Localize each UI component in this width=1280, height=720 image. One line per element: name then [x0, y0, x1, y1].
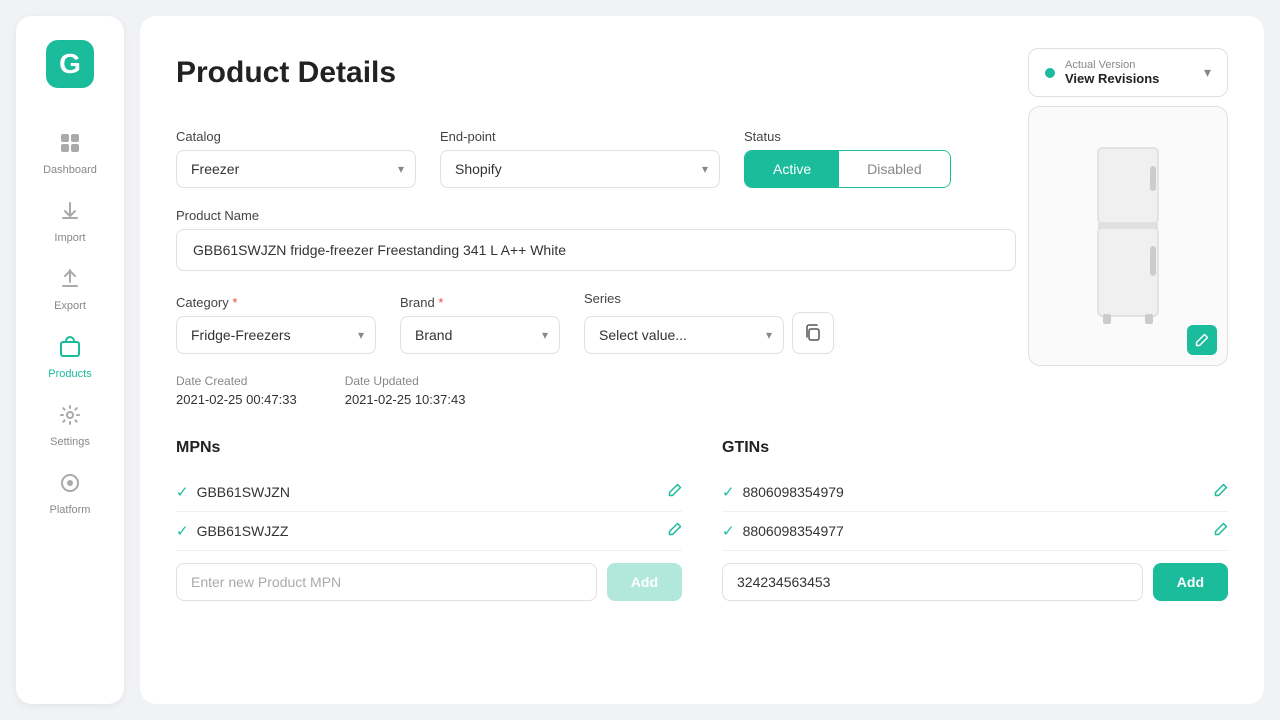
- brand-label: Brand *: [400, 295, 560, 310]
- image-edit-button[interactable]: [1187, 325, 1217, 355]
- edit-gtin-2-button[interactable]: [1214, 522, 1228, 540]
- category-select-wrapper: Fridge-Freezers: [176, 316, 376, 354]
- gtins-section: GTINs ✓ 8806098354979 ✓ 8806098354977: [722, 439, 1228, 601]
- status-group: Status Active Disabled: [744, 129, 951, 188]
- gtin-item-1: ✓ 8806098354979: [722, 483, 844, 501]
- mpns-title: MPNs: [176, 439, 682, 457]
- export-icon: [59, 268, 81, 296]
- chevron-down-icon: ▾: [1204, 64, 1211, 81]
- status-toggle: Active Disabled: [744, 150, 951, 188]
- date-updated-value: 2021-02-25 10:37:43: [345, 392, 466, 407]
- mpn-value-1: GBB61SWJZN: [197, 484, 290, 500]
- add-gtin-button[interactable]: Add: [1153, 563, 1228, 601]
- edit-mpn-1-button[interactable]: [668, 483, 682, 501]
- version-dropdown[interactable]: Actual Version View Revisions ▾: [1028, 48, 1228, 97]
- status-disabled-button[interactable]: Disabled: [839, 151, 949, 187]
- table-row: ✓ GBB61SWJZZ: [176, 512, 682, 551]
- add-gtin-input[interactable]: [722, 563, 1143, 601]
- add-mpn-button[interactable]: Add: [607, 563, 682, 601]
- series-wrapper: Select value...: [584, 312, 834, 354]
- date-created-value: 2021-02-25 00:47:33: [176, 392, 297, 407]
- table-row: ✓ 8806098354977: [722, 512, 1228, 551]
- add-mpn-row: Add: [176, 563, 682, 601]
- sidebar-item-label-export: Export: [54, 300, 86, 312]
- sidebar-item-label-products: Products: [48, 368, 91, 380]
- check-icon: ✓: [722, 483, 735, 501]
- page-title: Product Details: [176, 56, 396, 90]
- catalog-label: Catalog: [176, 129, 416, 144]
- sidebar-item-products[interactable]: Products: [16, 324, 124, 392]
- app-logo: G: [46, 40, 94, 88]
- version-label: Actual Version: [1065, 59, 1194, 71]
- product-name-label: Product Name: [176, 208, 1016, 223]
- main-content: Product Details Actual Version View Revi…: [140, 16, 1264, 704]
- gtin-value-2: 8806098354977: [743, 523, 844, 539]
- endpoint-select-wrapper: Shopify: [440, 150, 720, 188]
- version-dot: [1045, 68, 1055, 78]
- sidebar-item-import[interactable]: Import: [16, 188, 124, 256]
- check-icon: ✓: [176, 522, 189, 540]
- product-name-group: Product Name: [176, 208, 1016, 271]
- bottom-section: MPNs ✓ GBB61SWJZN ✓ GBB61SWJZZ: [176, 439, 1228, 601]
- series-label: Series: [584, 291, 834, 306]
- date-updated-label: Date Updated: [345, 374, 466, 388]
- catalog-select[interactable]: Freezer: [176, 150, 416, 188]
- date-created-label: Date Created: [176, 374, 297, 388]
- gtins-title: GTINs: [722, 439, 1228, 457]
- brand-select-wrapper: Brand: [400, 316, 560, 354]
- version-value: View Revisions: [1065, 71, 1194, 86]
- sidebar-item-label-import: Import: [54, 232, 85, 244]
- page-header: Product Details Actual Version View Revi…: [176, 48, 1228, 97]
- status-label: Status: [744, 129, 951, 144]
- endpoint-label: End-point: [440, 129, 720, 144]
- import-icon: [59, 200, 81, 228]
- status-active-button[interactable]: Active: [745, 151, 839, 187]
- product-name-input[interactable]: [176, 229, 1016, 271]
- check-icon: ✓: [176, 483, 189, 501]
- catalog-group: Catalog Freezer: [176, 129, 416, 188]
- table-row: ✓ GBB61SWJZN: [176, 473, 682, 512]
- table-row: ✓ 8806098354979: [722, 473, 1228, 512]
- category-group: Category * Fridge-Freezers: [176, 295, 376, 354]
- brand-group: Brand * Brand: [400, 295, 560, 354]
- sidebar-item-dashboard[interactable]: Dashboard: [16, 120, 124, 188]
- dates-row: Date Created 2021-02-25 00:47:33 Date Up…: [176, 374, 1228, 407]
- copy-series-button[interactable]: [792, 312, 834, 354]
- catalog-select-wrapper: Freezer: [176, 150, 416, 188]
- category-label: Category *: [176, 295, 376, 310]
- endpoint-group: End-point Shopify: [440, 129, 720, 188]
- sidebar-item-label-dashboard: Dashboard: [43, 164, 97, 176]
- brand-select[interactable]: Brand: [400, 316, 560, 354]
- sidebar-item-label-settings: Settings: [50, 436, 90, 448]
- settings-icon: [59, 404, 81, 432]
- sidebar-item-label-platform: Platform: [50, 504, 91, 516]
- sidebar-item-settings[interactable]: Settings: [16, 392, 124, 460]
- mpn-value-2: GBB61SWJZZ: [197, 523, 289, 539]
- products-icon: [59, 336, 81, 364]
- mpn-item-2: ✓ GBB61SWJZZ: [176, 522, 288, 540]
- edit-gtin-1-button[interactable]: [1214, 483, 1228, 501]
- check-icon: ✓: [722, 522, 735, 540]
- platform-icon: [59, 472, 81, 500]
- sidebar-item-export[interactable]: Export: [16, 256, 124, 324]
- date-created-group: Date Created 2021-02-25 00:47:33: [176, 374, 297, 407]
- series-select-wrapper: Select value...: [584, 316, 784, 354]
- date-updated-group: Date Updated 2021-02-25 10:37:43: [345, 374, 466, 407]
- add-mpn-input[interactable]: [176, 563, 597, 601]
- gtin-value-1: 8806098354979: [743, 484, 844, 500]
- category-select[interactable]: Fridge-Freezers: [176, 316, 376, 354]
- sidebar: G Dashboard Import Export Products Setti…: [16, 16, 124, 704]
- add-gtin-row: Add: [722, 563, 1228, 601]
- version-text: Actual Version View Revisions: [1065, 59, 1194, 86]
- endpoint-select[interactable]: Shopify: [440, 150, 720, 188]
- series-select[interactable]: Select value...: [584, 316, 784, 354]
- series-group: Series Select value...: [584, 291, 834, 354]
- sidebar-item-platform[interactable]: Platform: [16, 460, 124, 528]
- dashboard-icon: [59, 132, 81, 160]
- mpns-section: MPNs ✓ GBB61SWJZN ✓ GBB61SWJZZ: [176, 439, 682, 601]
- gtin-item-2: ✓ 8806098354977: [722, 522, 844, 540]
- product-image-area: [1028, 106, 1228, 366]
- mpn-item-1: ✓ GBB61SWJZN: [176, 483, 290, 501]
- edit-mpn-2-button[interactable]: [668, 522, 682, 540]
